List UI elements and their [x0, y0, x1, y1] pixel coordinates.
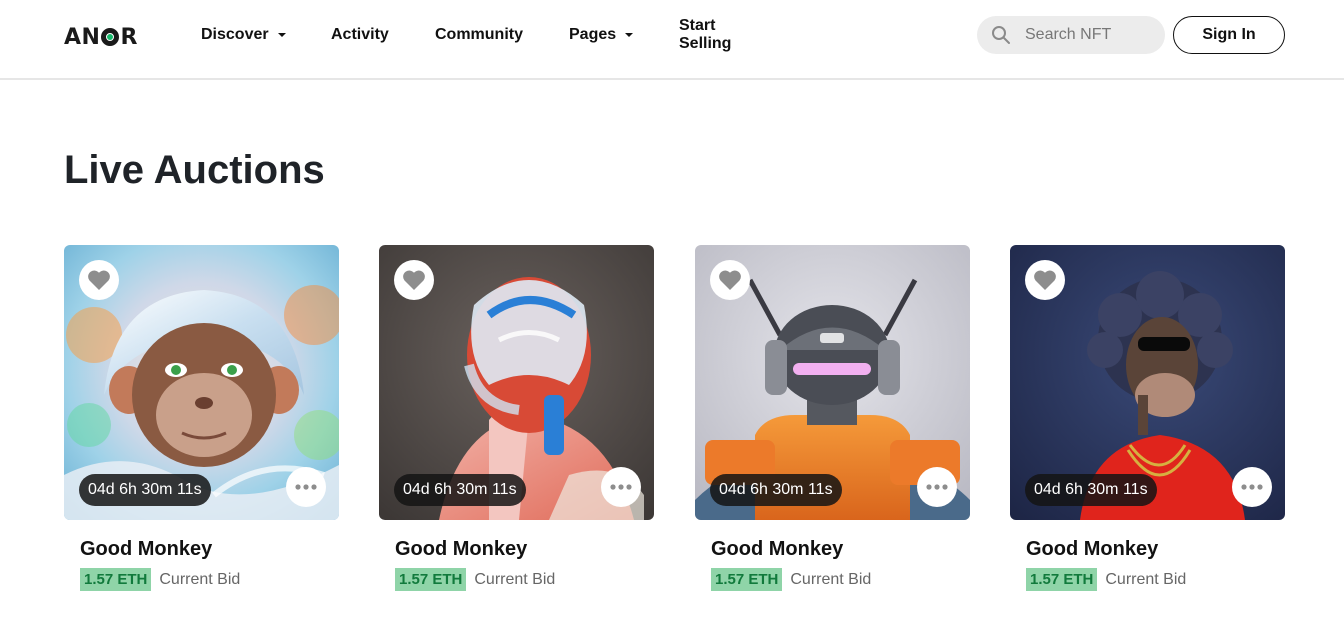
heart-icon	[1034, 270, 1056, 290]
nav-community-label: Community	[435, 26, 523, 43]
nav-discover-label: Discover	[201, 26, 269, 43]
auction-card[interactable]: 04d 6h 30m 11s Good Monkey 1.57 ETH Curr…	[695, 245, 970, 605]
page-title: Live Auctions	[64, 148, 325, 192]
price-row: 1.57 ETH Current Bid	[80, 568, 240, 591]
like-button[interactable]	[1025, 260, 1065, 300]
price-row: 1.57 ETH Current Bid	[711, 568, 871, 591]
ellipsis-icon	[610, 484, 632, 490]
nav-start-selling[interactable]: Start Selling	[679, 17, 731, 52]
nav-activity-label: Activity	[331, 26, 389, 43]
like-button[interactable]	[394, 260, 434, 300]
price-badge: 1.57 ETH	[1026, 568, 1098, 591]
more-options-button[interactable]	[601, 467, 641, 507]
logo-o-mark	[101, 28, 120, 46]
ellipsis-icon	[926, 484, 948, 490]
site-header: AN R Discover Activity Community Pages St…	[0, 0, 1344, 80]
nft-image[interactable]: 04d 6h 30m 11s	[64, 245, 339, 520]
nft-name[interactable]: Good Monkey	[711, 538, 843, 561]
nft-image[interactable]: 04d 6h 30m 11s	[1010, 245, 1285, 520]
price-row: 1.57 ETH Current Bid	[395, 568, 555, 591]
more-options-button[interactable]	[917, 467, 957, 507]
nav-activity[interactable]: Activity	[331, 24, 389, 46]
price-badge: 1.57 ETH	[711, 568, 783, 591]
like-button[interactable]	[79, 260, 119, 300]
logo-text-a: AN	[64, 24, 101, 50]
like-button[interactable]	[710, 260, 750, 300]
nft-name[interactable]: Good Monkey	[1026, 538, 1158, 561]
nav-pages-label: Pages	[569, 26, 617, 43]
current-bid-label: Current Bid	[790, 570, 872, 588]
search-bar	[977, 16, 1165, 54]
auction-card[interactable]: 04d 6h 30m 11s Good Monkey 1.57 ETH Curr…	[64, 245, 339, 605]
chevron-down-icon	[625, 33, 634, 37]
price-badge: 1.57 ETH	[395, 568, 467, 591]
heart-icon	[403, 270, 425, 290]
current-bid-label: Current Bid	[1105, 570, 1187, 588]
nav-community[interactable]: Community	[435, 24, 523, 46]
nft-name[interactable]: Good Monkey	[80, 538, 212, 561]
ellipsis-icon	[1241, 484, 1263, 490]
nft-image[interactable]: 04d 6h 30m 11s	[379, 245, 654, 520]
sign-in-button[interactable]: Sign In	[1173, 16, 1285, 54]
heart-icon	[719, 270, 741, 290]
auction-card[interactable]: 04d 6h 30m 11s Good Monkey 1.57 ETH Curr…	[1010, 245, 1285, 605]
countdown-timer: 04d 6h 30m 11s	[710, 474, 842, 506]
sign-in-label: Sign In	[1202, 26, 1256, 43]
more-options-button[interactable]	[1232, 467, 1272, 507]
search-icon[interactable]	[991, 25, 1011, 45]
countdown-timer: 04d 6h 30m 11s	[1025, 474, 1157, 506]
search-input[interactable]	[1025, 16, 1155, 54]
auction-card[interactable]: 04d 6h 30m 11s Good Monkey 1.57 ETH Curr…	[379, 245, 654, 605]
chevron-down-icon	[277, 33, 286, 37]
nav-discover[interactable]: Discover	[201, 24, 286, 46]
ellipsis-icon	[295, 484, 317, 490]
logo-text-b: R	[120, 24, 138, 50]
countdown-timer: 04d 6h 30m 11s	[394, 474, 526, 506]
nav-start-selling-label: Start Selling	[679, 17, 732, 52]
anor-logo[interactable]: AN R	[64, 22, 138, 52]
heart-icon	[88, 270, 110, 290]
more-options-button[interactable]	[286, 467, 326, 507]
nft-image[interactable]: 04d 6h 30m 11s	[695, 245, 970, 520]
nav-pages[interactable]: Pages	[569, 24, 634, 46]
countdown-timer: 04d 6h 30m 11s	[79, 474, 211, 506]
price-row: 1.57 ETH Current Bid	[1026, 568, 1186, 591]
current-bid-label: Current Bid	[159, 570, 241, 588]
current-bid-label: Current Bid	[474, 570, 556, 588]
nft-name[interactable]: Good Monkey	[395, 538, 527, 561]
price-badge: 1.57 ETH	[80, 568, 152, 591]
